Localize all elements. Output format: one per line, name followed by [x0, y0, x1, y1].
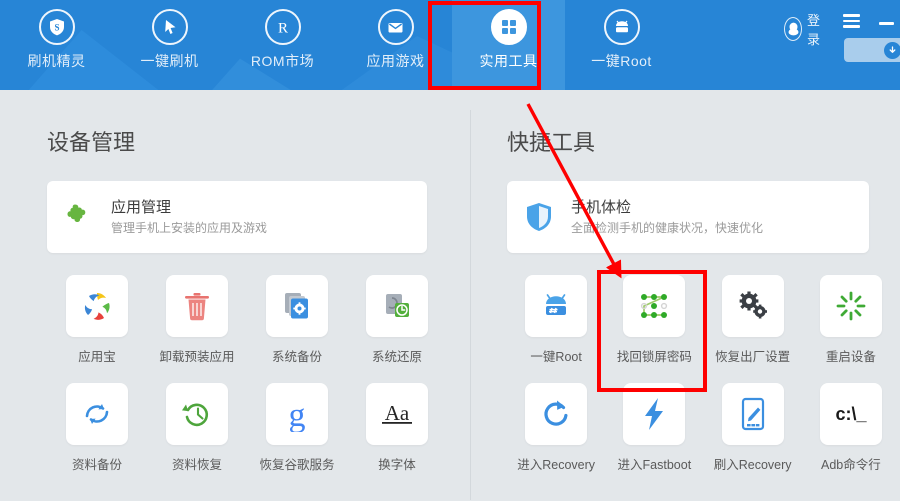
tile-data-backup[interactable]: 资料备份 [47, 383, 147, 473]
nav-tab-label: 应用游戏 [366, 53, 425, 69]
tile-enter-recovery[interactable]: 进入Recovery [507, 383, 605, 473]
svg-text:R: R [277, 21, 287, 37]
quick-tools-grid-row-1: 一键Root 找回锁屏密码 恢复出厂设置 重启设备 [507, 275, 900, 365]
card-app-management[interactable]: 应用管理 管理手机上安装的应用及游戏 [47, 181, 427, 253]
penguin-avatar-icon [783, 17, 803, 41]
google-g-icon: g [266, 383, 328, 445]
nav-tab-shuajijingling[interactable]: S 刷机精灵 [0, 0, 113, 90]
nav-tab-label: 一键刷机 [140, 53, 199, 69]
phone-pencil-icon [721, 383, 784, 445]
cursor-icon [151, 9, 188, 45]
nav-tab-label: 实用工具 [479, 53, 538, 69]
sync-arrows-icon [66, 383, 128, 445]
tile-one-key-root[interactable]: 一键Root [507, 275, 605, 365]
tile-yingyongbao[interactable]: 应用宝 [47, 275, 147, 365]
tile-label: 一键Root [530, 350, 582, 364]
tile-label: 刷入Recovery [713, 458, 792, 472]
tile-label: 找回锁屏密码 [616, 350, 692, 364]
lightning-bolt-icon [623, 383, 686, 445]
document-clock-icon [366, 275, 428, 337]
login-label: 登录 [807, 13, 821, 47]
tile-enter-fastboot[interactable]: 进入Fastboot [605, 383, 703, 473]
tile-recover-lockscreen-password[interactable]: 找回锁屏密码 [605, 275, 703, 365]
download-circle-icon [884, 41, 900, 59]
section-title-device-management: 设备管理 [47, 130, 136, 155]
yingyongbao-pinwheel-icon [66, 275, 128, 337]
nav-tab-yijianshuaji[interactable]: 一键刷机 [113, 0, 226, 90]
tile-restore-google-services[interactable]: g 恢复谷歌服务 [247, 383, 347, 473]
quick-tools-grid-row-2: 进入Recovery 进入Fastboot 刷入Recovery c:\_ Ad… [507, 383, 900, 473]
nav-tab-label: ROM市场 [250, 53, 315, 69]
top-navigation-bar: S 刷机精灵 一键刷机 R ROM市场 应用游戏 实用工具 一键Root 登录 [0, 0, 900, 90]
nav-tab-apps-games[interactable]: 应用游戏 [339, 0, 452, 90]
tile-label: 系统还原 [371, 350, 422, 364]
quick-tools-column: 快捷工具 手机体检 全面检测手机的健康状况，快速优化 一键Root 找回锁屏密码… [471, 90, 900, 473]
card-phone-checkup[interactable]: 手机体检 全面检测手机的健康状况，快速优化 [507, 181, 869, 253]
tile-label: 卸载预装应用 [159, 350, 235, 364]
minimize-icon[interactable] [879, 22, 894, 25]
tile-label: 恢复谷歌服务 [259, 458, 335, 472]
svg-text:Aa: Aa [385, 401, 410, 425]
tile-restart-device[interactable]: 重启设备 [802, 275, 900, 365]
tile-system-backup[interactable]: 系统备份 [247, 275, 347, 365]
grid-squares-icon [490, 9, 527, 45]
tile-change-font[interactable]: Aa 换字体 [347, 383, 447, 473]
puzzle-piece-icon [47, 200, 111, 234]
svg-text:S: S [54, 23, 59, 33]
nav-tab-one-key-root[interactable]: 一键Root [565, 0, 678, 90]
tile-label: 换字体 [378, 458, 416, 472]
tile-uninstall-preinstalled[interactable]: 卸载预装应用 [147, 275, 247, 365]
tile-adb-command-line[interactable]: c:\_ Adb命令行 [802, 383, 900, 473]
gears-icon [721, 275, 784, 337]
shield-s-icon: S [38, 9, 75, 45]
login-button[interactable]: 登录 [783, 10, 826, 48]
restart-burst-icon [819, 275, 882, 337]
shield-check-icon [507, 200, 571, 234]
documents-gear-icon [266, 275, 328, 337]
trash-can-icon [166, 275, 228, 337]
card-title: 手机体检 [571, 199, 632, 217]
registered-icon: R [264, 9, 301, 45]
android-root-icon [525, 275, 588, 337]
nav-tab-label: 一键Root [591, 53, 652, 69]
tile-system-restore[interactable]: 系统还原 [347, 275, 447, 365]
font-aa-icon: Aa [366, 383, 428, 445]
svg-text:g: g [289, 397, 306, 432]
tile-label: Adb命令行 [821, 458, 881, 472]
android-root-icon [603, 9, 640, 45]
restore-clock-icon [166, 383, 228, 445]
tile-label: 进入Fastboot [617, 458, 692, 472]
svg-text:c:\_: c:\_ [835, 404, 867, 424]
content-area: 设备管理 应用管理 管理手机上安装的应用及游戏 应用宝 卸载预装应用 系统备份 … [0, 90, 900, 501]
tile-flash-recovery[interactable]: 刷入Recovery [704, 383, 802, 473]
command-prompt-icon: c:\_ [819, 383, 882, 445]
tile-label: 恢复出厂设置 [715, 350, 791, 364]
app-window: S 刷机精灵 一键刷机 R ROM市场 应用游戏 实用工具 一键Root 登录 … [0, 0, 900, 501]
envelope-icon [377, 9, 414, 45]
tile-label: 进入Recovery [517, 458, 596, 472]
refresh-circle-icon [525, 383, 588, 445]
nav-tab-label: 刷机精灵 [27, 53, 86, 69]
device-tools-grid-row-1: 应用宝 卸载预装应用 系统备份 系统还原 [47, 275, 470, 365]
pattern-lock-icon [623, 275, 686, 337]
tile-label: 重启设备 [825, 350, 876, 364]
section-title-quick-tools: 快捷工具 [507, 130, 596, 155]
nav-tab-utility-tools[interactable]: 实用工具 [452, 0, 565, 90]
tile-label: 系统备份 [271, 350, 322, 364]
tile-label: 应用宝 [78, 350, 116, 364]
tile-label: 资料备份 [71, 458, 122, 472]
tile-data-restore[interactable]: 资料恢复 [147, 383, 247, 473]
download-panel-button[interactable] [844, 38, 900, 62]
device-tools-grid-row-2: 资料备份 资料恢复 g 恢复谷歌服务 Aa 换字体 [47, 383, 470, 473]
nav-tabs: S 刷机精灵 一键刷机 R ROM市场 应用游戏 实用工具 一键Root [0, 0, 678, 90]
tile-label: 资料恢复 [171, 458, 222, 472]
card-subtitle: 全面检测手机的健康状况，快速优化 [571, 220, 764, 235]
card-subtitle: 管理手机上安装的应用及游戏 [111, 220, 268, 235]
device-management-column: 设备管理 应用管理 管理手机上安装的应用及游戏 应用宝 卸载预装应用 系统备份 … [0, 90, 470, 473]
card-title: 应用管理 [111, 199, 172, 217]
nav-tab-rom-market[interactable]: R ROM市场 [226, 0, 339, 90]
hamburger-menu-icon[interactable] [843, 14, 860, 31]
tile-factory-reset[interactable]: 恢复出厂设置 [704, 275, 802, 365]
